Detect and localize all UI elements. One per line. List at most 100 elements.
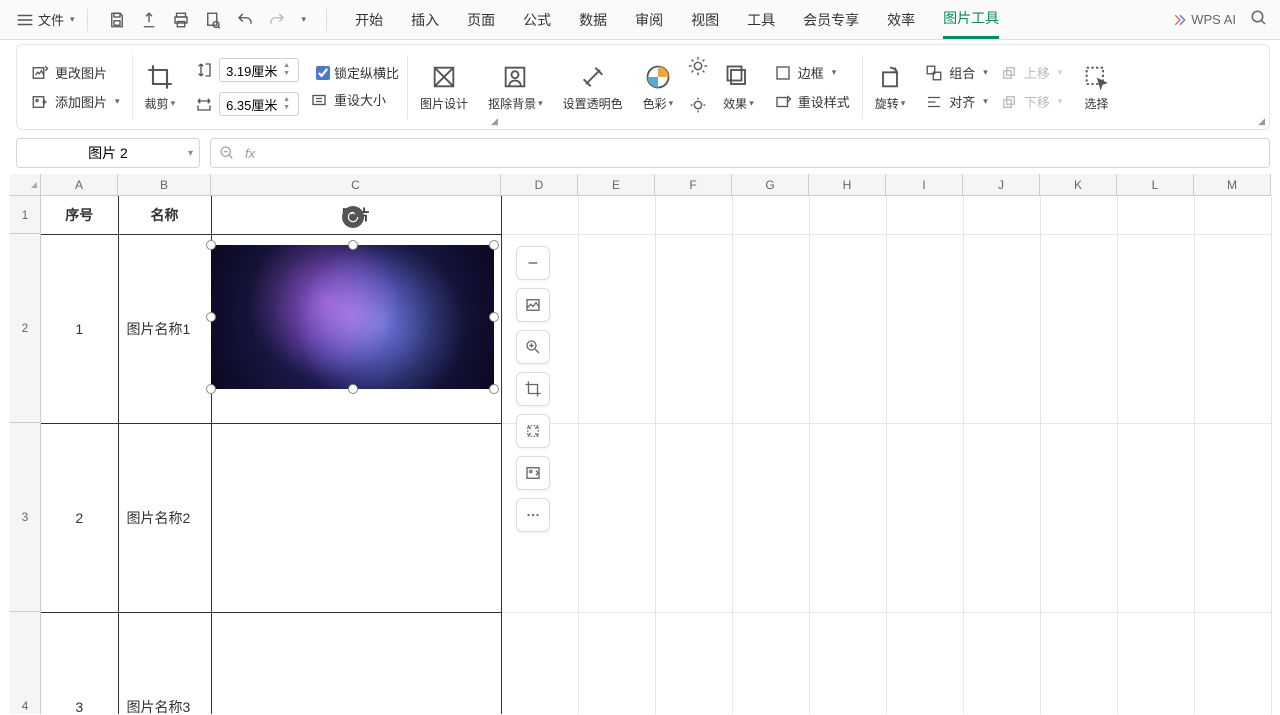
cell-l2[interactable] [1117, 234, 1194, 423]
tab-data[interactable]: 数据 [579, 2, 607, 38]
remove-bg-button[interactable]: 抠除背景 ▾ [478, 51, 553, 123]
cell-f4[interactable] [655, 612, 732, 714]
cell-g1[interactable] [732, 196, 809, 234]
reset-style-button[interactable]: 重设样式 [770, 90, 854, 113]
row-header-1[interactable]: 1 [10, 196, 41, 234]
formula-bar[interactable]: fx [210, 138, 1270, 168]
height-spinner[interactable]: ▲▼ [279, 62, 294, 78]
cell-b2[interactable]: 图片名称1 [118, 234, 211, 423]
cell-h3[interactable] [809, 423, 886, 612]
cell-g4[interactable] [732, 612, 809, 714]
resize-handle-s[interactable] [348, 384, 358, 394]
cell-l3[interactable] [1117, 423, 1194, 612]
more-icon[interactable]: ▾ [300, 14, 307, 25]
col-header-j[interactable]: J [963, 174, 1040, 196]
cell-m4[interactable] [1194, 612, 1271, 714]
resize-handle-nw[interactable] [206, 240, 216, 250]
cell-b1[interactable]: 名称 [118, 196, 211, 234]
cell-j2[interactable] [963, 234, 1040, 423]
reset-size-button[interactable]: 重设大小 [306, 88, 399, 111]
cell-j1[interactable] [963, 196, 1040, 234]
col-header-f[interactable]: F [655, 174, 732, 196]
resize-handle-e[interactable] [489, 312, 499, 322]
tab-page[interactable]: 页面 [467, 2, 495, 38]
cell-l1[interactable] [1117, 196, 1194, 234]
col-header-c[interactable]: C [211, 174, 501, 196]
border-button[interactable]: 边框 ▾ [770, 61, 854, 84]
add-picture-button[interactable]: 添加图片 ▾ [27, 90, 124, 113]
cell-l4[interactable] [1117, 612, 1194, 714]
tab-view[interactable]: 视图 [691, 2, 719, 38]
tab-efficiency[interactable]: 效率 [887, 2, 915, 38]
resize-handle-w[interactable] [206, 312, 216, 322]
col-header-l[interactable]: L [1117, 174, 1194, 196]
chevron-down-icon[interactable]: ▾ [188, 148, 193, 159]
resize-handle-n[interactable] [348, 240, 358, 250]
cell-g2[interactable] [732, 234, 809, 423]
change-picture-button[interactable]: 更改图片 [27, 61, 124, 84]
ribbon-expand-icon[interactable]: ◢ [491, 116, 498, 127]
float-replace-button[interactable] [516, 456, 550, 490]
cell-k3[interactable] [1040, 423, 1117, 612]
cell-a3[interactable]: 2 [41, 423, 118, 612]
select-button[interactable]: 选择 [1072, 51, 1120, 123]
align-button[interactable]: 对齐 ▾ [921, 90, 992, 113]
cell-i1[interactable] [886, 196, 963, 234]
cell-i3[interactable] [886, 423, 963, 612]
float-zoom-out-button[interactable] [516, 246, 550, 280]
cell-f3[interactable] [655, 423, 732, 612]
zoom-out-icon[interactable] [219, 145, 235, 161]
cell-d4[interactable] [501, 612, 578, 714]
cell-m2[interactable] [1194, 234, 1271, 423]
save-icon[interactable] [108, 11, 126, 29]
col-header-d[interactable]: D [501, 174, 578, 196]
cell-b4[interactable]: 图片名称3 [118, 612, 211, 714]
cell-a1[interactable]: 序号 [41, 196, 118, 234]
tab-insert[interactable]: 插入 [411, 2, 439, 38]
cell-a4[interactable]: 3 [41, 612, 118, 714]
picture-design-button[interactable]: 图片设计 [410, 51, 478, 123]
cell-j3[interactable] [963, 423, 1040, 612]
undo-icon[interactable] [236, 11, 254, 29]
resize-handle-se[interactable] [489, 384, 499, 394]
tab-picture-tools[interactable]: 图片工具 [943, 0, 999, 39]
brightness-up-icon[interactable] [687, 55, 709, 80]
cell-j4[interactable] [963, 612, 1040, 714]
name-box-input[interactable] [17, 145, 199, 161]
float-more-button[interactable] [516, 498, 550, 532]
cell-f1[interactable] [655, 196, 732, 234]
cell-g3[interactable] [732, 423, 809, 612]
rotate-button[interactable]: 旋转 ▾ [865, 51, 916, 123]
float-zoom-in-button[interactable] [516, 330, 550, 364]
col-header-e[interactable]: E [578, 174, 655, 196]
cell-e1[interactable] [578, 196, 655, 234]
width-spinner[interactable]: ▲▼ [279, 96, 294, 112]
select-all-corner[interactable] [10, 174, 41, 196]
tab-review[interactable]: 审阅 [635, 2, 663, 38]
float-fitcell-button[interactable] [516, 414, 550, 448]
cell-b3[interactable]: 图片名称2 [118, 423, 211, 612]
cell-i4[interactable] [886, 612, 963, 714]
col-header-m[interactable]: M [1194, 174, 1271, 196]
cell-a2[interactable]: 1 [41, 234, 118, 423]
selected-image[interactable] [211, 245, 494, 389]
cell-h2[interactable] [809, 234, 886, 423]
cell-f2[interactable] [655, 234, 732, 423]
cell-i2[interactable] [886, 234, 963, 423]
cell-c3[interactable] [211, 423, 501, 612]
cell-k4[interactable] [1040, 612, 1117, 714]
tab-start[interactable]: 开始 [355, 2, 383, 38]
cell-h4[interactable] [809, 612, 886, 714]
col-header-g[interactable]: G [732, 174, 809, 196]
crop-button[interactable]: 裁剪 ▾ [135, 51, 186, 123]
print-preview-icon[interactable] [204, 11, 222, 29]
print-icon[interactable] [172, 11, 190, 29]
set-transparent-button[interactable]: 设置透明色 [553, 51, 633, 123]
cell-c4[interactable] [211, 612, 501, 714]
ribbon-expand-icon[interactable]: ◢ [1258, 116, 1265, 127]
col-header-k[interactable]: K [1040, 174, 1117, 196]
float-image-button[interactable] [516, 288, 550, 322]
col-header-b[interactable]: B [118, 174, 211, 196]
wps-ai-button[interactable]: WPS AI [1173, 12, 1236, 27]
cell-k1[interactable] [1040, 196, 1117, 234]
